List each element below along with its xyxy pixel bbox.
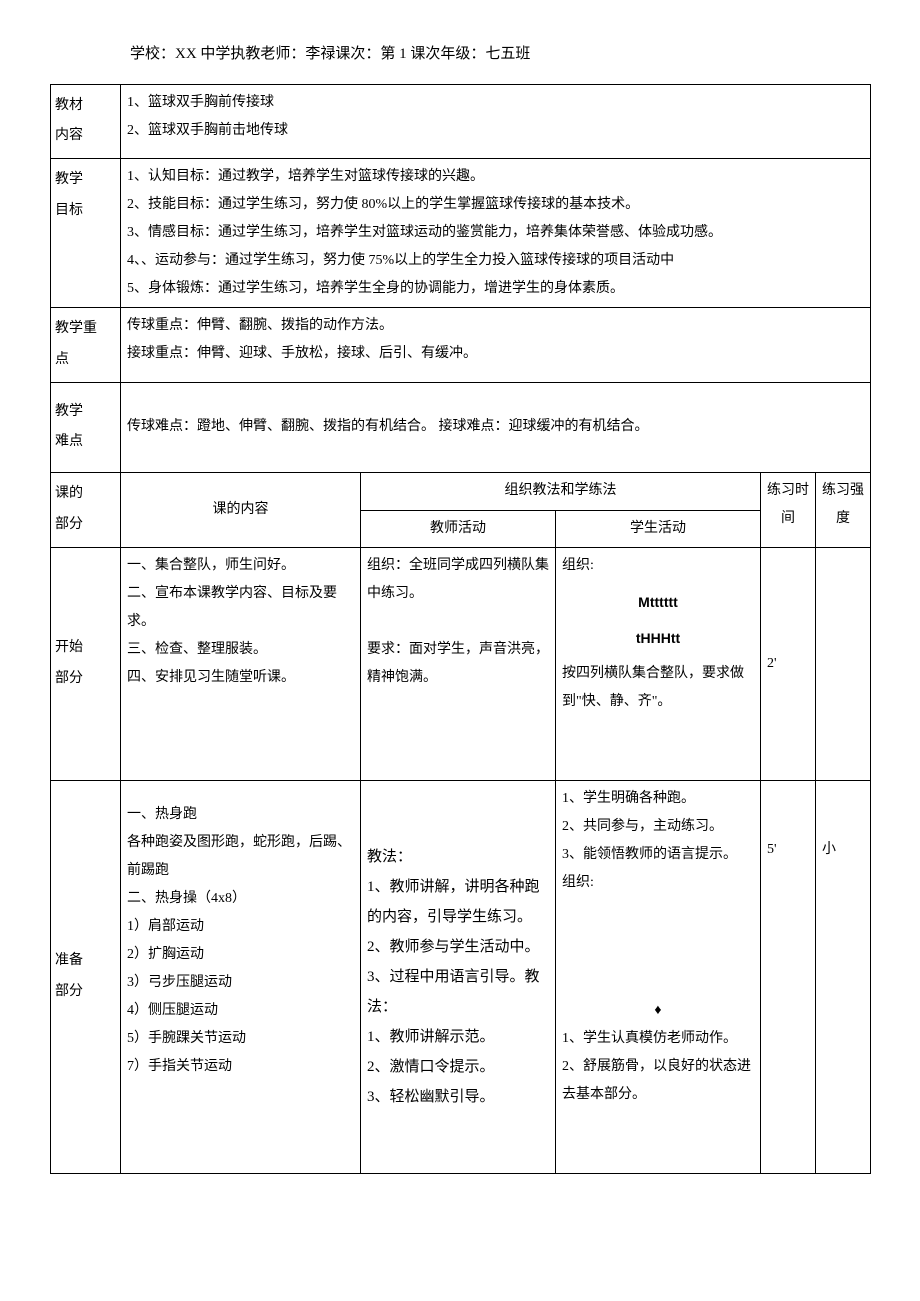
start-intensity [816,547,871,780]
label-difficulty: 教学 难点 [51,382,121,473]
row-prep: 准备 部分 一、热身跑 各种跑姿及图形跑，蛇形跑，后踢、前踢跑 二、热身操（4x… [51,780,871,1173]
row-material: 教材 内容 1、篮球双手胸前传接球 2、篮球双手胸前击地传球 [51,84,871,159]
doc-header: 学校：XX 中学执教老师：李禄课次：第 1 课次年级：七五班 [130,40,870,69]
header-intensity: 练习强 度 [816,473,871,548]
row-key: 教学重 点 传球重点：伸臂、翻腕、拨指的动作方法。 接球重点：伸臂、迎球、手放松… [51,308,871,383]
header-teacher: 教师活动 [361,510,556,547]
row-start: 开始 部分 一、集合整队，师生问好。 二、宣布本课教学内容、目标及要求。 三、检… [51,547,871,780]
formation-line-2: tHHHtt [562,624,754,652]
cell-goals: 1、认知目标：通过教学，培养学生对篮球传接球的兴趣。 2、技能目标：通过学生练习… [121,159,871,308]
label-prep: 准备 部分 [51,780,121,1173]
prep-student-bottom: 1、学生认真模仿老师动作。 2、舒展筋骨，以良好的状态进去基本部分。 [562,1025,754,1109]
label-material: 教材 内容 [51,84,121,159]
prep-student-top: 1、学生明确各种跑。 2、共同参与，主动练习。 3、能领悟教师的语言提示。 组织… [562,785,754,897]
diamond-icon: ♦ [562,997,754,1025]
prep-intensity: 小 [816,780,871,1173]
cell-difficulty: 传球难点：蹬地、伸臂、翻腕、拨指的有机结合。 接球难点：迎球缓冲的有机结合。 [121,382,871,473]
label-goals: 教学 目标 [51,159,121,308]
header-methods: 组织教法和学练法 [361,473,761,510]
cell-material: 1、篮球双手胸前传接球 2、篮球双手胸前击地传球 [121,84,871,159]
header-time: 练习时 间 [761,473,816,548]
prep-teacher: 教法： 1、教师讲解，讲明各种跑的内容，引导学生练习。 2、教师参与学生活动中。… [361,780,556,1173]
row-goals: 教学 目标 1、认知目标：通过教学，培养学生对篮球传接球的兴趣。 2、技能目标：… [51,159,871,308]
label-part: 课的 部分 [51,473,121,548]
start-time: 2' [761,547,816,780]
start-teacher: 组织：全班同学成四列横队集中练习。 要求：面对学生，声音洪亮，精神饱满。 [361,547,556,780]
prep-student: 1、学生明确各种跑。 2、共同参与，主动练习。 3、能领悟教师的语言提示。 组织… [556,780,761,1173]
cell-key: 传球重点：伸臂、翻腕、拨指的动作方法。 接球重点：伸臂、迎球、手放松，接球、后引… [121,308,871,383]
label-key: 教学重 点 [51,308,121,383]
header-student: 学生活动 [556,510,761,547]
prep-content: 一、热身跑 各种跑姿及图形跑，蛇形跑，后踢、前踢跑 二、热身操（4x8） 1）肩… [121,780,361,1173]
lesson-plan-table: 教材 内容 1、篮球双手胸前传接球 2、篮球双手胸前击地传球 教学 目标 1、认… [50,84,871,1174]
start-student-bottom: 按四列横队集合整队，要求做到"快、静、齐"。 [562,660,754,716]
label-start: 开始 部分 [51,547,121,780]
row-difficulty: 教学 难点 传球难点：蹬地、伸臂、翻腕、拨指的有机结合。 接球难点：迎球缓冲的有… [51,382,871,473]
start-student-top: 组织: [562,552,754,580]
header-content: 课的内容 [121,473,361,548]
formation-line-1: Mtttttt [562,588,754,616]
start-student: 组织: Mtttttt tHHHtt 按四列横队集合整队，要求做到"快、静、齐"… [556,547,761,780]
start-content: 一、集合整队，师生问好。 二、宣布本课教学内容、目标及要求。 三、检查、整理服装… [121,547,361,780]
prep-time: 5' [761,780,816,1173]
row-header-top: 课的 部分 课的内容 组织教法和学练法 练习时 间 练习强 度 [51,473,871,510]
